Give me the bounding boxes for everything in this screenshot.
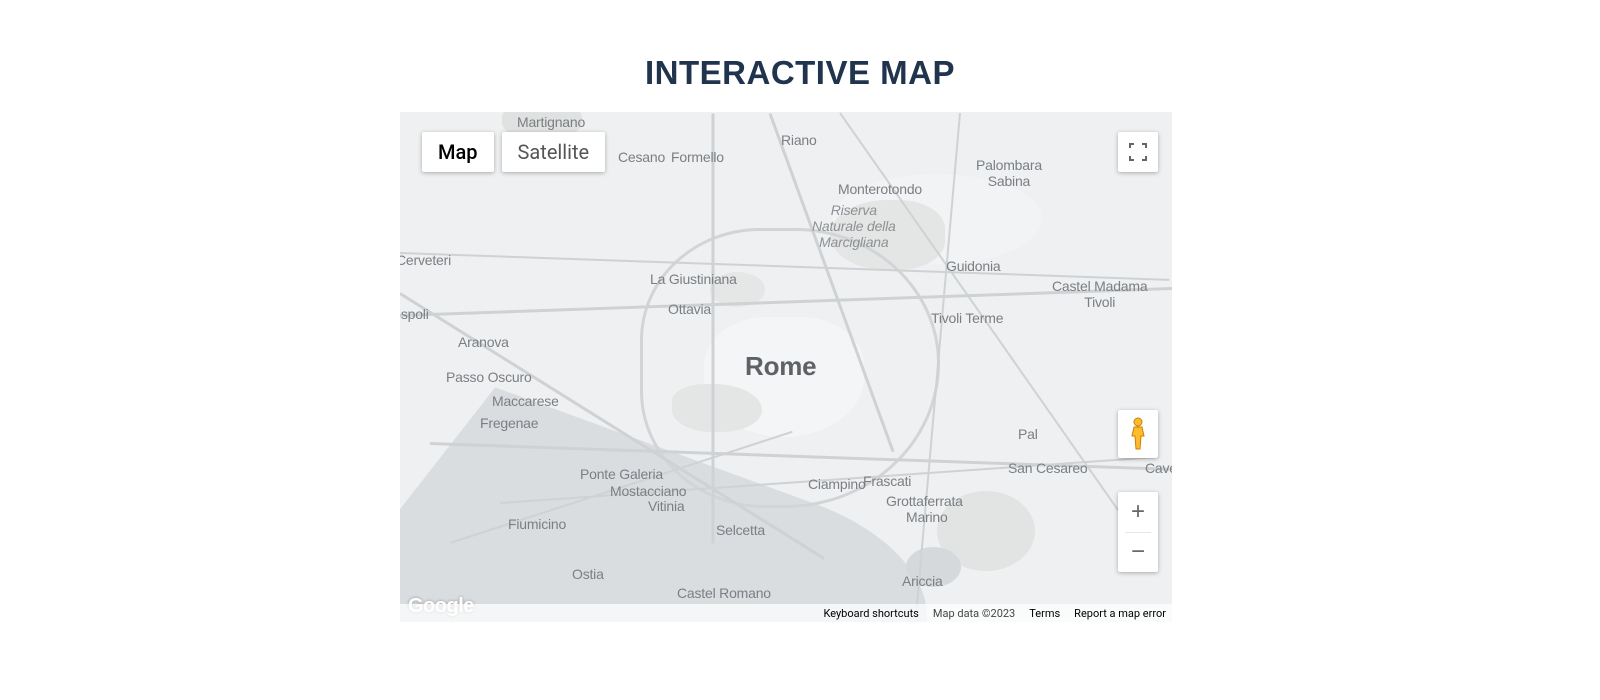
map-label: Marino [906,509,948,525]
map-label: Cerveteri [400,252,451,268]
map-label: Ariccia [902,573,943,589]
terms-link[interactable]: Terms [1029,607,1060,620]
map-label: Fregenae [480,415,538,431]
fullscreen-icon [1129,143,1147,161]
fullscreen-button[interactable] [1118,132,1158,172]
map-label: Riano [781,132,817,148]
map-label: Monterotondo [838,181,922,197]
map-label: Mostacciano [610,483,686,499]
report-error-link[interactable]: Report a map error [1074,607,1166,620]
street-view-pegman-button[interactable] [1118,410,1158,458]
map-canvas[interactable]: Rome RiservaNaturale dellaMarcigliana Ma… [400,112,1172,622]
map-label: Cave [1145,460,1172,476]
map-type-satellite-button[interactable]: Satellite [502,132,606,172]
map-label: Castel MadamaTivoli [1052,278,1147,310]
minus-icon: − [1131,538,1145,566]
map-label: Ostia [572,566,604,582]
map-label: Guidonia [946,258,1000,274]
pegman-icon [1127,417,1149,451]
map-label: PalombaraSabina [976,157,1042,189]
map-container: Rome RiservaNaturale dellaMarcigliana Ma… [400,112,1172,622]
map-label: Pal [1018,426,1038,442]
map-label: Ponte Galeria [580,466,663,482]
map-type-control: Map Satellite [422,132,605,172]
map-label-city: Rome [745,351,816,382]
road-line [712,114,715,544]
map-footer: Keyboard shortcuts Map data ©2023 Terms … [400,604,1172,622]
map-label: Vitinia [648,498,684,514]
map-label: Ciampino [808,476,866,492]
map-label: Grottaferrata [886,493,963,509]
map-label: Martignano [517,114,585,130]
map-label: Castel Romano [677,585,771,601]
map-label-reserve: RiservaNaturale dellaMarcigliana [812,202,896,250]
map-label: Tivoli Terme [931,310,1003,326]
zoom-control: + − [1118,492,1158,572]
map-label: Selcetta [716,522,765,538]
zoom-out-button[interactable]: − [1118,533,1158,573]
zoom-in-button[interactable]: + [1118,492,1158,532]
map-label: Passo Oscuro [446,369,532,385]
map-attribution: Map data ©2023 [933,607,1015,620]
map-label: Ottavia [668,301,711,317]
map-label: Aranova [458,334,509,350]
map-label: La Giustiniana [650,271,737,287]
keyboard-shortcuts-link[interactable]: Keyboard shortcuts [823,607,918,620]
page-title: INTERACTIVE MAP [0,0,1600,92]
map-label: lispoli [400,306,429,322]
map-label: Formello [671,149,724,165]
map-label: Frascati [863,473,911,489]
map-type-map-button[interactable]: Map [422,132,494,172]
map-label: San Cesareo [1008,460,1088,476]
map-label: Fiumicino [508,516,566,532]
plus-icon: + [1131,498,1145,526]
map-label: Cesano [618,149,665,165]
map-label: Maccarese [492,393,559,409]
